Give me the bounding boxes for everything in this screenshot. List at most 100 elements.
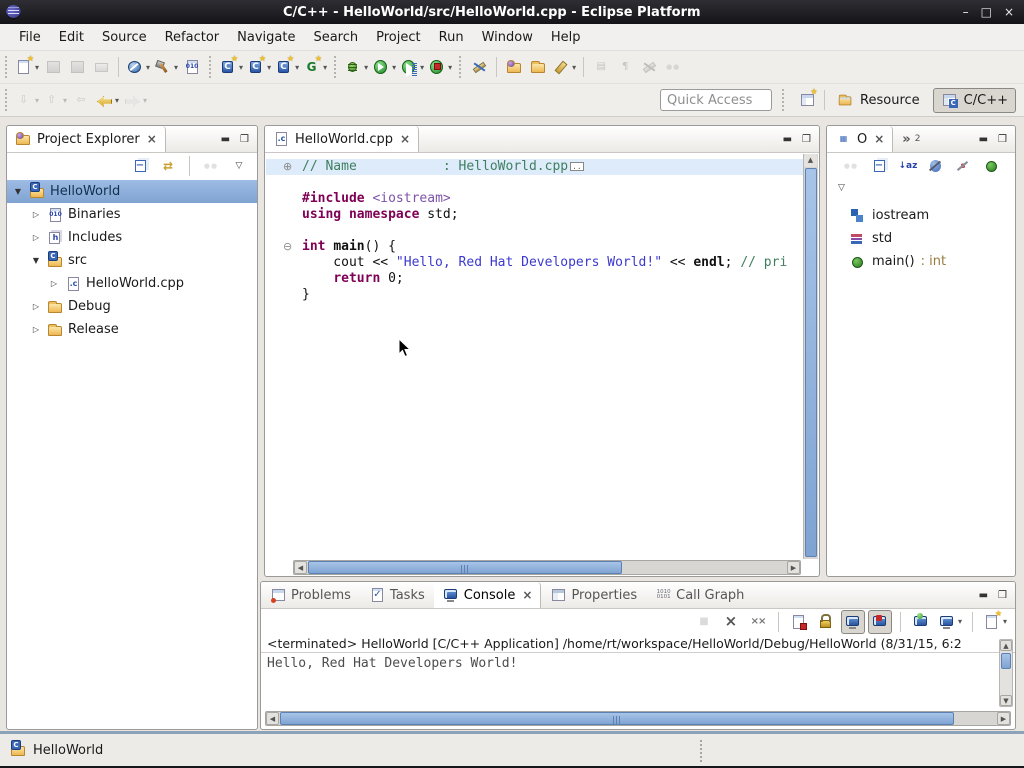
dropdown-icon[interactable]: ▾ [115,96,119,105]
console-vertical-scrollbar[interactable]: ▲ ▼ [999,639,1013,707]
perspective-resource[interactable]: Resource [830,88,927,113]
profile-button[interactable]: ▾ [124,55,152,79]
code-line-7[interactable]: cout << "Hello, Red Hat Developers World… [266,255,803,271]
scroll-left-icon[interactable]: ◀ [294,561,307,574]
dropdown-icon[interactable]: ▾ [174,63,178,72]
dropdown-icon[interactable]: ▾ [392,63,396,72]
console-remove-all-button[interactable]: ×× [746,610,770,634]
back-button[interactable]: ▾ [93,88,121,112]
maximize-outline-button[interactable]: ❒ [998,134,1007,145]
console-display-console-button[interactable]: ▾ [936,610,964,634]
tab-project-explorer[interactable]: Project Explorer × [7,126,166,152]
menu-file[interactable]: File [10,26,50,49]
code-line-4[interactable]: using namespace std; [266,207,803,223]
code-line-8[interactable]: return 0; [266,271,803,287]
console-scroll-right-icon[interactable]: ▶ [997,712,1010,725]
new-wizard-button[interactable]: ▾ [13,55,41,79]
outline-sort-az-button[interactable]: ↓az [895,154,919,178]
console-hscroll-thumb[interactable] [280,712,954,725]
tab-problems[interactable]: Problems [261,582,360,608]
run-button[interactable]: ▾ [370,55,398,79]
editor-vertical-scrollbar[interactable]: ▲ [803,154,818,559]
close-console-tab-icon[interactable]: × [522,588,532,602]
folded-region-icon[interactable]: .. [570,162,584,171]
minimize-editor-button[interactable]: ▬ [783,134,792,145]
code-line-9[interactable]: } [266,287,803,303]
console-pin-console-button[interactable] [909,610,933,634]
dropdown-icon[interactable]: ▾ [448,63,452,72]
dropdown-icon[interactable]: ▾ [323,63,327,72]
scroll-right-icon[interactable]: ▶ [787,561,800,574]
view-menu-icon[interactable]: ▽ [833,180,850,196]
collapse-arrow-icon[interactable]: ▼ [29,256,43,265]
menu-help[interactable]: Help [542,26,590,49]
tab-properties[interactable]: Properties [541,582,646,608]
expand-arrow-icon[interactable]: ▷ [29,325,43,334]
outline-hide-fields-button[interactable] [923,154,947,178]
minimize-outline-button[interactable]: ▬ [979,134,988,145]
outline-collapse-all-button[interactable]: − [867,154,891,178]
minimize-button[interactable]: – [963,5,969,19]
tab-tasks[interactable]: ✓Tasks [360,582,434,608]
dropdown-icon[interactable]: ▾ [35,96,39,105]
menu-edit[interactable]: Edit [50,26,93,49]
run-history-button[interactable]: ▾ [398,55,426,79]
console-scroll-down-icon[interactable]: ▼ [1000,695,1012,706]
code-line-5[interactable] [266,223,803,239]
tab-call-graph[interactable]: 1010 0101Call Graph [646,582,753,608]
maximize-console-button[interactable]: ❒ [998,590,1007,601]
dropdown-icon[interactable]: ▾ [267,63,271,72]
menu-run[interactable]: Run [430,26,473,49]
code-line-1[interactable]: ⊕// Name : HelloWorld.cpp.. [266,159,803,175]
outline-item-main-[interactable]: main() : int [827,250,1015,273]
dropdown-icon[interactable]: ▾ [295,63,299,72]
close-button[interactable]: × [1004,5,1014,19]
pe-collapse-all-button[interactable]: − [128,154,152,178]
build-button[interactable]: ▾ [152,55,180,79]
dropdown-icon[interactable]: ▾ [143,96,147,105]
close-outline-tab-icon[interactable]: × [874,132,884,146]
close-tab-icon[interactable]: × [147,132,157,146]
tree-item-helloworld[interactable]: ▼HelloWorld [7,180,257,203]
dropdown-icon[interactable]: ▾ [63,96,67,105]
maximize-view-button[interactable]: ❒ [240,134,249,145]
collapse-arrow-icon[interactable]: ▼ [11,187,25,196]
outline-item-iostream[interactable]: iostream [827,204,1015,227]
tree-item-release[interactable]: ▷Release [7,318,257,341]
code-line-3[interactable]: #include <iostream> [266,191,803,207]
pe-link-editor-button[interactable]: ⇄ [156,154,180,178]
dropdown-icon[interactable]: ▾ [239,63,243,72]
close-editor-tab-icon[interactable]: × [400,132,410,146]
tab-helloworld-cpp[interactable]: .c HelloWorld.cpp × [265,126,419,152]
binary-file-button[interactable]: 010 [180,55,204,79]
console-open-console-button[interactable]: ▾ [981,610,1009,634]
dropdown-icon[interactable]: ▾ [958,617,962,626]
new-source-folder-button[interactable]: C▾ [245,55,273,79]
expand-arrow-icon[interactable]: ▷ [47,279,61,288]
tab-outline[interactable]: ▦ O × [827,126,893,152]
tree-item-binaries[interactable]: ▷010Binaries [7,203,257,226]
menu-refactor[interactable]: Refactor [156,26,229,49]
console-show-stdout-button[interactable] [841,610,865,634]
menu-source[interactable]: Source [93,26,156,49]
outline-hide-non-public-button[interactable] [979,154,1003,178]
editor-vscroll-thumb[interactable] [805,168,817,557]
new-source-file-button[interactable]: C▾ [273,55,301,79]
outline-item-std[interactable]: std [827,227,1015,250]
console-scroll-lock-button[interactable] [814,610,838,634]
maximize-editor-button[interactable]: ❒ [802,134,811,145]
expand-arrow-icon[interactable]: ▷ [29,302,43,311]
dropdown-icon[interactable]: ▾ [146,63,150,72]
dropdown-icon[interactable]: ▾ [364,63,368,72]
console-scroll-left-icon[interactable]: ◀ [266,712,279,725]
menu-navigate[interactable]: Navigate [228,26,304,49]
open-element-button[interactable] [502,55,526,79]
console-show-stderr-button[interactable] [868,610,892,634]
menu-window[interactable]: Window [473,26,542,49]
console-remove-launch-button[interactable]: × [719,610,743,634]
pe-view-menu-button[interactable]: ▽ [227,154,251,178]
menu-project[interactable]: Project [367,26,429,49]
quick-access-input[interactable] [660,89,772,111]
dropdown-icon[interactable]: ▾ [35,63,39,72]
debug-button[interactable]: ▾ [342,55,370,79]
